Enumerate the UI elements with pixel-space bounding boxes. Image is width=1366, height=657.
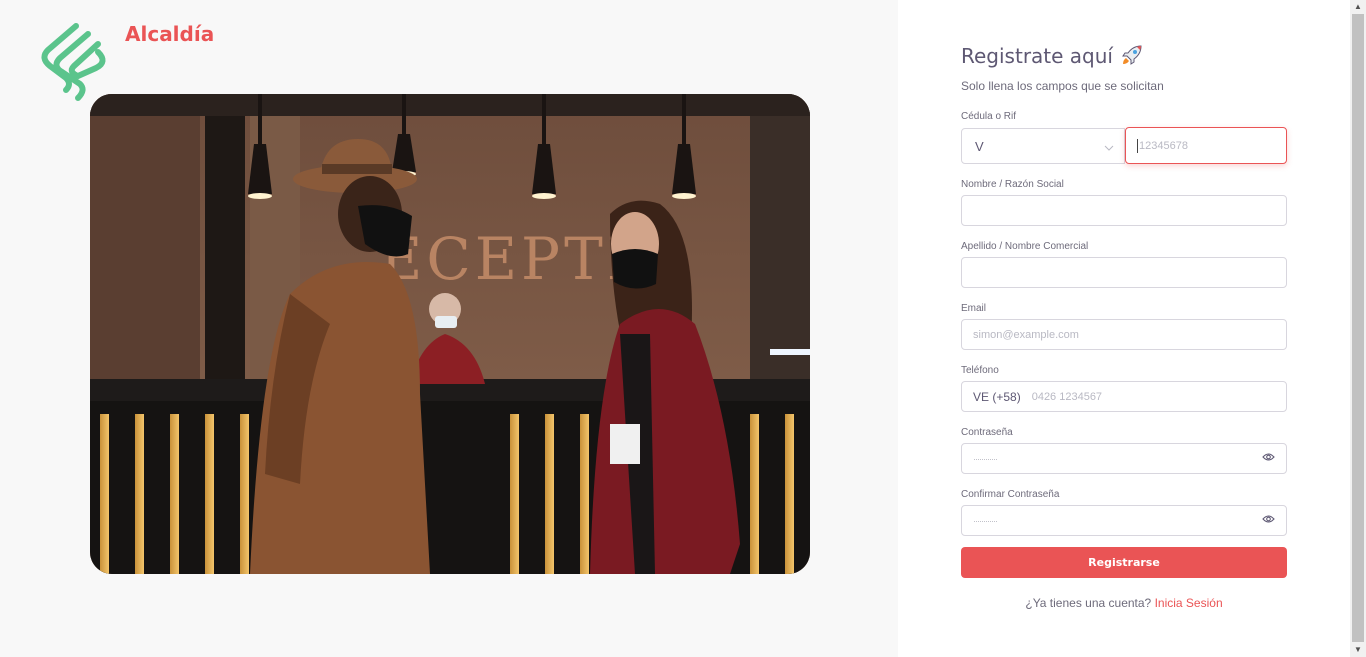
stacked-s-logo-icon: [38, 22, 110, 102]
nombre-field[interactable]: [961, 195, 1287, 226]
register-form: Registrate aquí Solo llena los campos qu…: [961, 42, 1287, 610]
login-prompt: ¿Ya tienes una cuenta? Inicia Sesión: [961, 596, 1287, 610]
eye-icon[interactable]: [1262, 514, 1275, 527]
page-title: Registrate aquí: [961, 42, 1287, 70]
eye-icon[interactable]: [1262, 452, 1275, 465]
scroll-down-arrow-icon[interactable]: ▼: [1350, 643, 1366, 657]
cedula-placeholder: 12345678: [1139, 139, 1188, 152]
rocket-icon: [1121, 44, 1143, 73]
login-link[interactable]: Inicia Sesión: [1155, 596, 1223, 610]
cedula-type-value: V: [975, 138, 984, 154]
apellido-field[interactable]: [961, 257, 1287, 288]
cedula-input[interactable]: 12345678: [1125, 127, 1287, 164]
confirm-password-field[interactable]: ············: [961, 505, 1287, 536]
apellido-label: Apellido / Nombre Comercial: [961, 241, 1089, 252]
cedula-type-select[interactable]: V: [961, 128, 1125, 164]
password-field[interactable]: ············: [961, 443, 1287, 474]
page-subtitle: Solo llena los campos que se solicitan: [961, 79, 1164, 93]
email-label: Email: [961, 303, 987, 314]
password-label: Contraseña: [961, 427, 1013, 438]
reception-photo: ECEPTIO: [90, 94, 810, 574]
telefono-field[interactable]: VE (+58) 0426 1234567: [961, 381, 1287, 412]
chevron-down-icon: [1104, 139, 1114, 154]
text-caret: [1137, 138, 1138, 153]
telefono-label: Teléfono: [961, 365, 999, 376]
cedula-label: Cédula o Rif: [961, 111, 1017, 122]
confirm-password-placeholder: ············: [973, 515, 998, 526]
register-panel: Registrate aquí Solo llena los campos qu…: [898, 0, 1350, 657]
country-code-prefix[interactable]: VE (+58): [973, 390, 1021, 404]
email-placeholder: simon@example.com: [973, 328, 1079, 341]
password-placeholder: ············: [973, 453, 998, 464]
nombre-label: Nombre / Razón Social: [961, 179, 1064, 190]
confirm-password-label: Confirmar Contraseña: [961, 489, 1060, 500]
email-field[interactable]: simon@example.com: [961, 319, 1287, 350]
left-panel: Alcaldía ECEPTIO: [0, 0, 898, 657]
scroll-up-arrow-icon[interactable]: ▲: [1350, 0, 1366, 14]
page-scrollbar[interactable]: ▲ ▼: [1350, 0, 1366, 657]
register-button[interactable]: Registrarse: [961, 547, 1287, 578]
telefono-placeholder: 0426 1234567: [1031, 390, 1103, 403]
title-text: Registrate aquí: [961, 44, 1113, 68]
scroll-thumb[interactable]: [1352, 14, 1364, 642]
login-prompt-text: ¿Ya tienes una cuenta?: [1025, 596, 1152, 610]
brand-name: Alcaldía: [125, 22, 215, 46]
